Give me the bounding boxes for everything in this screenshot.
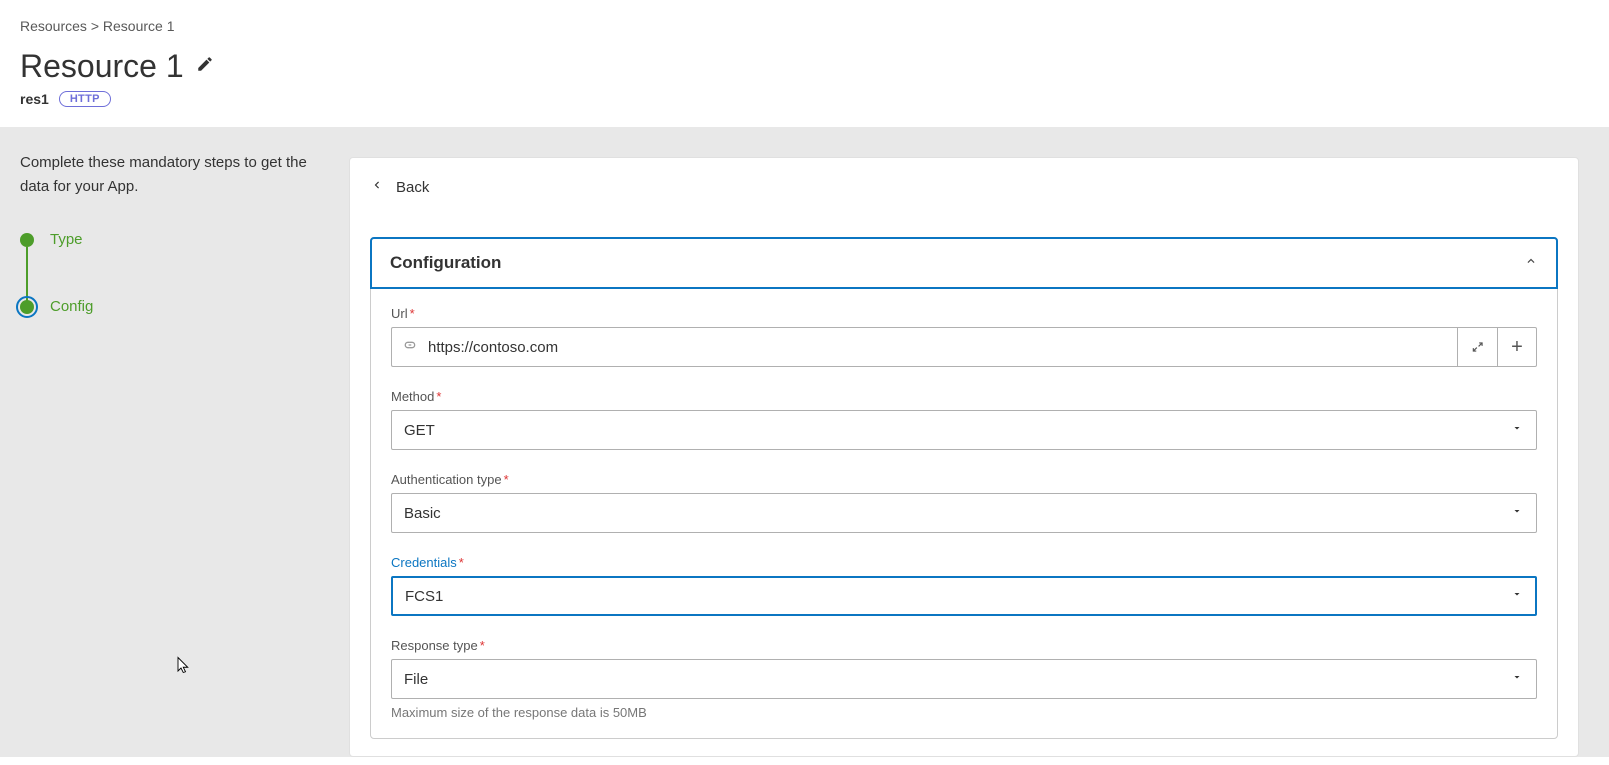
field-response: Response type* File Maximum size of the … — [391, 638, 1537, 720]
sidebar: Complete these mandatory steps to get th… — [0, 127, 349, 757]
field-label-url: Url* — [391, 306, 1537, 321]
add-button[interactable]: + — [1497, 327, 1537, 367]
field-label-text: Response type — [391, 638, 478, 653]
field-label-text: Authentication type — [391, 472, 502, 487]
breadcrumb-root[interactable]: Resources — [20, 18, 87, 34]
url-input-wrap — [391, 327, 1457, 367]
page-title: Resource 1 — [20, 48, 184, 85]
required-mark: * — [459, 555, 464, 570]
step-label: Type — [50, 231, 83, 248]
field-label-method: Method* — [391, 389, 1537, 404]
stepper: Type Config — [20, 229, 329, 317]
required-mark: * — [504, 472, 509, 487]
response-select[interactable]: File — [391, 659, 1537, 699]
panel-body: Url* + — [371, 288, 1557, 738]
content-card: Back Configuration Url* — [349, 157, 1579, 757]
configuration-panel: Configuration Url* — [370, 237, 1558, 739]
page-header: Resources > Resource 1 Resource 1 res1 H… — [0, 0, 1609, 127]
credentials-select[interactable]: FCS1 — [391, 576, 1537, 616]
chevron-up-icon — [1524, 254, 1538, 273]
resource-type-badge: HTTP — [59, 91, 111, 107]
step-dot-icon — [20, 300, 34, 314]
select-value: File — [391, 659, 1537, 699]
body-area: Complete these mandatory steps to get th… — [0, 127, 1609, 757]
panel-title: Configuration — [390, 253, 501, 273]
required-mark: * — [436, 389, 441, 404]
field-credentials: Credentials* FCS1 — [391, 555, 1537, 616]
field-auth: Authentication type* Basic — [391, 472, 1537, 533]
sidebar-intro: Complete these mandatory steps to get th… — [20, 151, 329, 199]
auth-select[interactable]: Basic — [391, 493, 1537, 533]
step-label: Config — [50, 298, 93, 315]
breadcrumb-current: Resource 1 — [103, 18, 175, 34]
expand-button[interactable] — [1457, 327, 1497, 367]
main-content: Back Configuration Url* — [349, 127, 1609, 757]
required-mark: * — [410, 306, 415, 321]
resource-short-name: res1 — [20, 91, 49, 107]
required-mark: * — [480, 638, 485, 653]
step-type[interactable]: Type — [20, 229, 329, 250]
field-url: Url* + — [391, 306, 1537, 367]
step-config[interactable]: Config — [20, 296, 329, 317]
edit-icon[interactable] — [196, 55, 214, 78]
select-value: FCS1 — [391, 576, 1537, 616]
field-label-response: Response type* — [391, 638, 1537, 653]
field-label-text: Credentials — [391, 555, 457, 570]
breadcrumb: Resources > Resource 1 — [20, 18, 1589, 34]
chevron-left-icon — [370, 178, 384, 197]
field-label-text: Url — [391, 306, 408, 321]
breadcrumb-sep: > — [91, 18, 99, 34]
field-label-text: Method — [391, 389, 434, 404]
url-input[interactable] — [428, 328, 1457, 366]
field-method: Method* GET — [391, 389, 1537, 450]
field-label-auth: Authentication type* — [391, 472, 1537, 487]
select-value: Basic — [391, 493, 1537, 533]
back-label: Back — [396, 179, 429, 196]
method-select[interactable]: GET — [391, 410, 1537, 450]
field-label-credentials: Credentials* — [391, 555, 1537, 570]
step-dot-icon — [20, 233, 34, 247]
response-helper-text: Maximum size of the response data is 50M… — [391, 705, 1537, 720]
link-icon — [392, 337, 428, 358]
select-value: GET — [391, 410, 1537, 450]
configuration-panel-header[interactable]: Configuration — [370, 237, 1558, 289]
back-button[interactable]: Back — [350, 174, 449, 217]
step-connector — [26, 247, 28, 301]
